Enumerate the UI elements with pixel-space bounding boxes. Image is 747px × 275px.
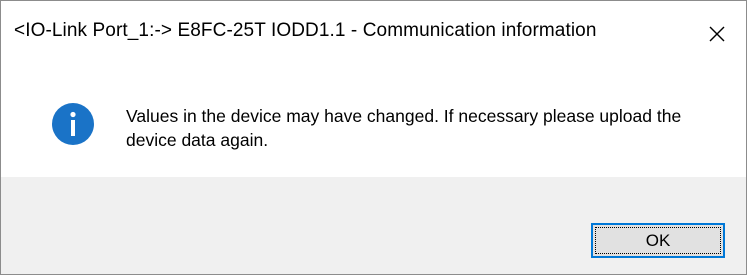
info-icon — [51, 102, 95, 146]
dialog-title: <IO-Link Port_1:-> E8FC-25T IODD1.1 - Co… — [14, 20, 597, 41]
close-icon — [707, 24, 727, 44]
button-bar: OK — [1, 177, 746, 274]
title-bar[interactable]: <IO-Link Port_1:-> E8FC-25T IODD1.1 - Co… — [1, 1, 746, 67]
message-dialog: <IO-Link Port_1:-> E8FC-25T IODD1.1 - Co… — [0, 0, 747, 275]
message-text: Values in the device may have changed. I… — [126, 106, 682, 150]
dialog-content: Values in the device may have changed. I… — [1, 67, 746, 177]
ok-button[interactable]: OK — [591, 223, 725, 258]
ok-button-label: OK — [645, 230, 671, 250]
close-button[interactable] — [688, 1, 746, 67]
